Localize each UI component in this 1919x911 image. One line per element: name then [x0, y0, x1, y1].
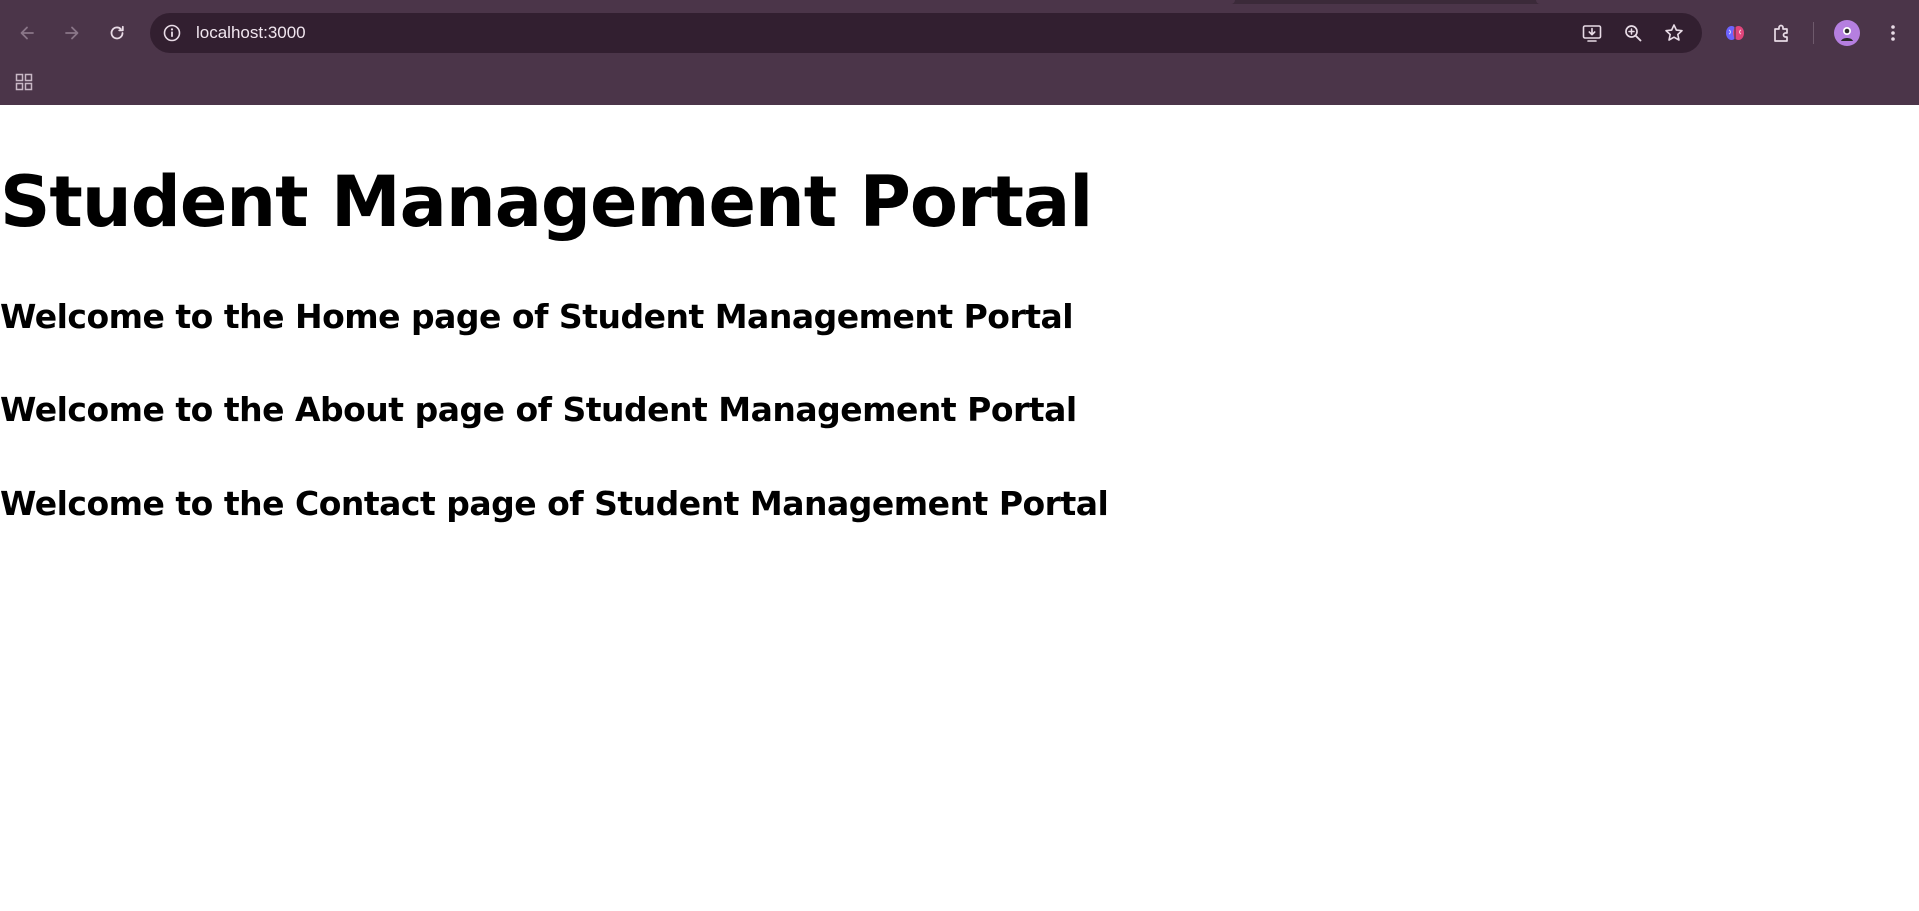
forward-button[interactable]	[55, 16, 89, 50]
brain-extension-button[interactable]	[1718, 16, 1752, 50]
profile-avatar-button[interactable]	[1834, 20, 1860, 46]
reload-button[interactable]	[100, 16, 134, 50]
url-text[interactable]: localhost:3000	[196, 13, 306, 53]
contact-welcome-heading: Welcome to the Contact page of Student M…	[0, 484, 1109, 523]
avatar-icon	[1841, 27, 1853, 41]
about-welcome-heading: Welcome to the About page of Student Man…	[0, 390, 1077, 429]
inactive-tab-edge[interactable]	[1536, 0, 1919, 4]
back-button[interactable]	[10, 16, 44, 50]
zoom-button[interactable]	[1619, 19, 1647, 47]
star-icon	[1665, 24, 1683, 41]
apps-grid-icon	[15, 73, 33, 91]
install-app-icon	[1582, 25, 1602, 42]
active-tab-edge	[0, 0, 1235, 4]
tab-strip	[0, 0, 1919, 4]
address-bar[interactable]: localhost:3000	[150, 13, 1702, 53]
page-title: Student Management Portal	[0, 161, 1093, 243]
browser-chrome: localhost:3000	[0, 0, 1919, 105]
apps-shortcut-button[interactable]	[10, 68, 38, 96]
puzzle-icon	[1774, 24, 1788, 42]
kebab-menu-icon	[1891, 25, 1895, 41]
brain-extension-icon	[1726, 26, 1744, 40]
info-icon[interactable]	[162, 23, 182, 43]
page-content: Student Management Portal Welcome to the…	[0, 105, 1919, 911]
arrow-right-icon	[65, 26, 79, 40]
reload-icon	[110, 25, 124, 40]
toolbar-separator	[1813, 22, 1814, 44]
bookmark-star-button[interactable]	[1660, 19, 1688, 47]
extensions-button[interactable]	[1765, 16, 1799, 50]
home-welcome-heading: Welcome to the Home page of Student Mana…	[0, 297, 1074, 336]
zoom-icon	[1625, 25, 1642, 42]
chrome-menu-button[interactable]	[1876, 16, 1910, 50]
arrow-left-icon	[20, 26, 34, 40]
install-app-button[interactable]	[1578, 19, 1606, 47]
